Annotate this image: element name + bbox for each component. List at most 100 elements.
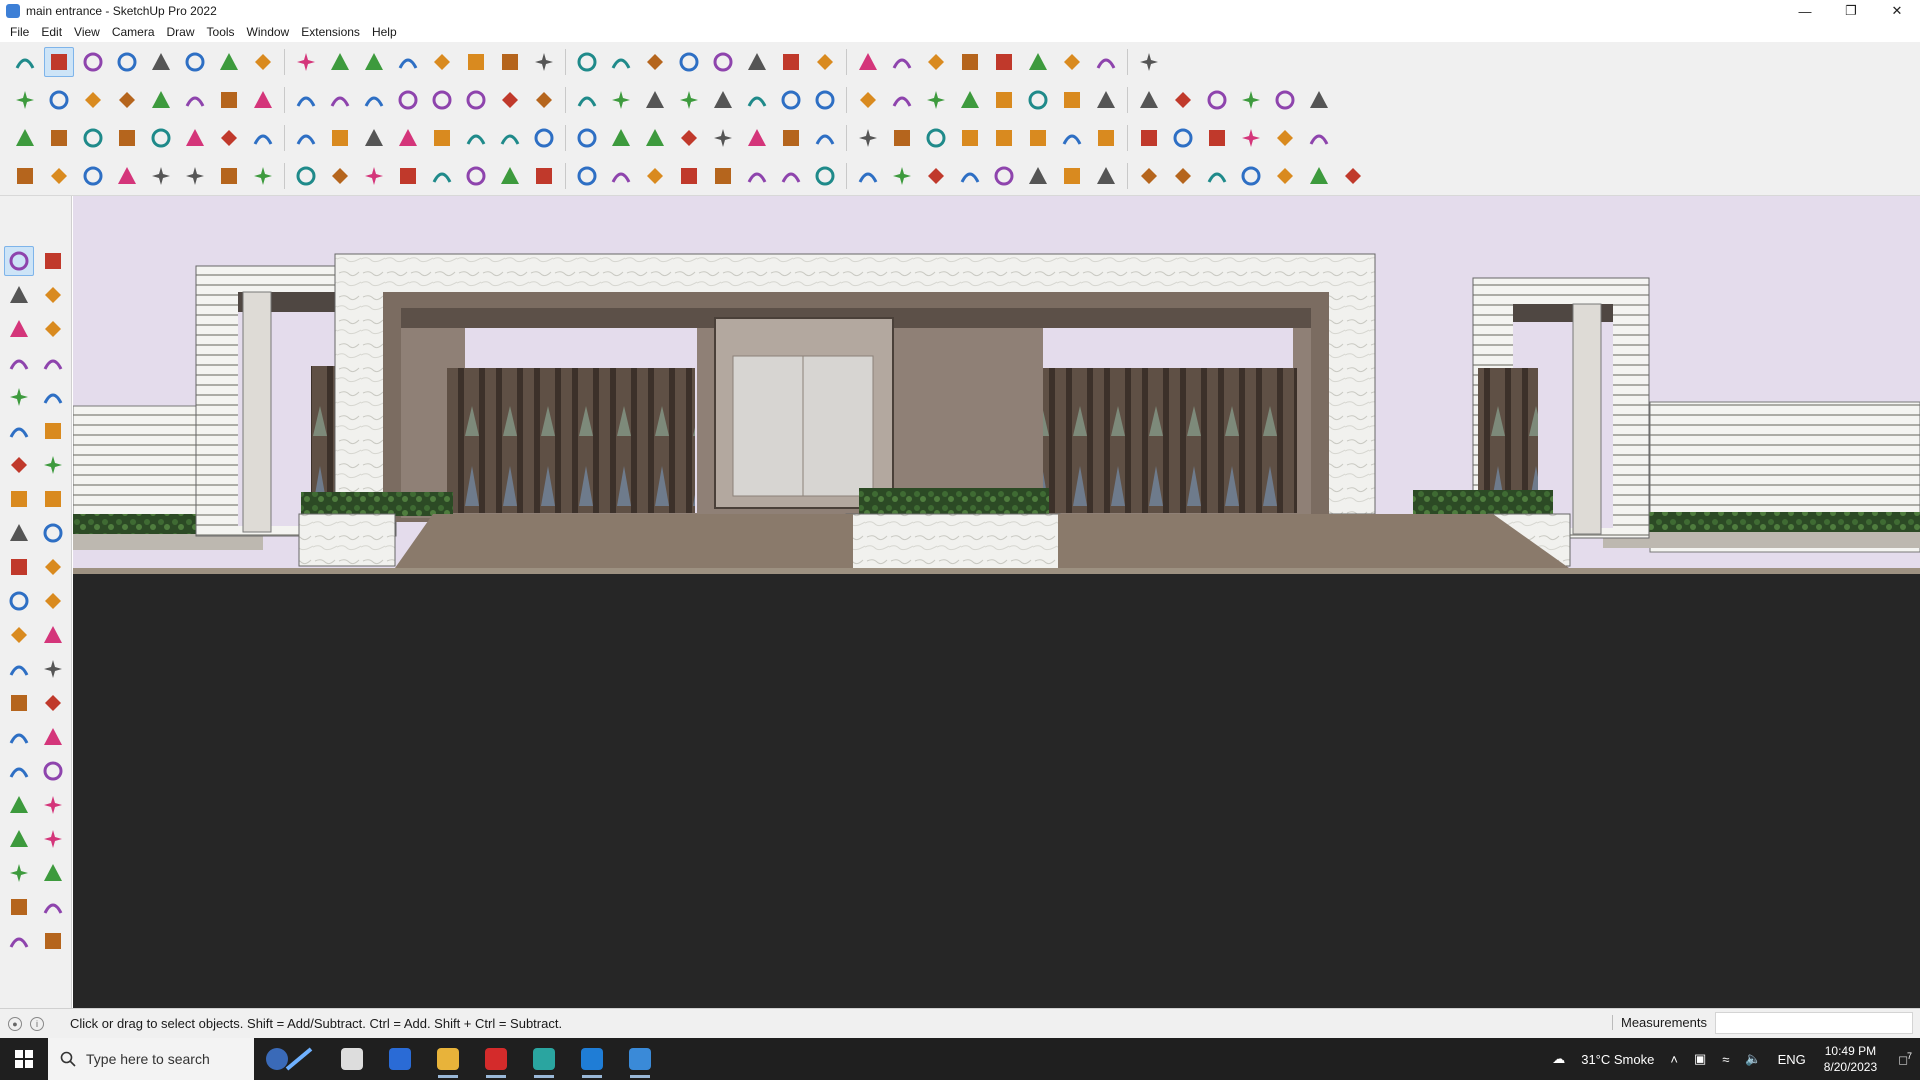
taskbar-search[interactable]: Type here to search <box>48 1038 254 1080</box>
ellipse-icon[interactable] <box>887 85 917 115</box>
globe-icon[interactable] <box>1057 123 1087 153</box>
eraser-tool-icon[interactable] <box>38 280 68 310</box>
grid-icon[interactable] <box>1168 85 1198 115</box>
boxes-brown-icon[interactable] <box>359 123 389 153</box>
arc3-tool-icon[interactable] <box>4 484 34 514</box>
acrobat-icon[interactable] <box>472 1038 520 1080</box>
plane-blue-2-icon[interactable] <box>44 123 74 153</box>
window-icon[interactable] <box>1091 123 1121 153</box>
follow-me-icon[interactable] <box>248 47 278 77</box>
cross-green-icon[interactable] <box>529 123 559 153</box>
push-pull-icon[interactable] <box>214 47 244 77</box>
calculator-icon[interactable] <box>376 1038 424 1080</box>
arrows-2-icon[interactable] <box>853 161 883 191</box>
curve-dots-icon[interactable] <box>1270 123 1300 153</box>
gear-icon[interactable] <box>1202 161 1232 191</box>
widgets-icon[interactable] <box>254 1038 328 1080</box>
paint-bucket-icon[interactable] <box>461 47 491 77</box>
solid-union-icon[interactable] <box>810 47 840 77</box>
menu-file[interactable]: File <box>4 22 35 42</box>
slash-icon[interactable] <box>955 161 985 191</box>
house-icon[interactable] <box>495 85 525 115</box>
layers-tool-icon[interactable] <box>4 926 34 956</box>
eraser-pink-icon[interactable] <box>1091 85 1121 115</box>
select-box-icon[interactable] <box>10 161 40 191</box>
line-red-icon[interactable] <box>427 161 457 191</box>
rectangle-icon[interactable] <box>180 47 210 77</box>
arc-icon[interactable] <box>955 85 985 115</box>
pipe-icon[interactable] <box>393 123 423 153</box>
cubes-red-icon[interactable] <box>989 123 1019 153</box>
grid-yellow-icon[interactable] <box>1168 123 1198 153</box>
polygon-tool-icon[interactable] <box>38 416 68 446</box>
menu-tools[interactable]: Tools <box>201 22 241 42</box>
box-icon[interactable] <box>10 85 40 115</box>
protractor-tool-icon[interactable] <box>4 654 34 684</box>
house-line-icon[interactable] <box>572 85 602 115</box>
lasso-icon[interactable] <box>146 47 176 77</box>
axis-blue-icon[interactable] <box>180 85 210 115</box>
house-open-icon[interactable] <box>529 85 559 115</box>
octagon-icon[interactable] <box>853 85 883 115</box>
circle-tool-icon[interactable] <box>4 416 34 446</box>
menu-camera[interactable]: Camera <box>106 22 161 42</box>
pan-icon[interactable] <box>529 47 559 77</box>
eraser-red-icon[interactable] <box>146 123 176 153</box>
arc-yellow-icon[interactable] <box>708 123 738 153</box>
columns-2-icon[interactable] <box>606 161 636 191</box>
task-view-icon[interactable] <box>328 1038 376 1080</box>
hook-icon[interactable] <box>214 161 244 191</box>
panel-3-icon[interactable] <box>1023 161 1053 191</box>
eraser-icon[interactable] <box>78 47 108 77</box>
search-tool-icon[interactable] <box>10 47 40 77</box>
cube-brown-icon[interactable] <box>1134 85 1164 115</box>
bucket-icon[interactable] <box>853 123 883 153</box>
measurements-field[interactable] <box>1715 1012 1913 1034</box>
language-indicator[interactable]: ENG <box>1778 1052 1806 1067</box>
orbit-icon[interactable] <box>495 47 525 77</box>
dots-curve-icon[interactable] <box>461 123 491 153</box>
box-texture-icon[interactable] <box>78 85 108 115</box>
file-explorer-icon[interactable] <box>424 1038 472 1080</box>
rotate-tool-icon[interactable] <box>4 552 34 582</box>
circle-icon[interactable] <box>810 85 840 115</box>
orbit-tool-icon[interactable] <box>38 246 68 276</box>
square-red-icon[interactable] <box>248 123 278 153</box>
line-corner-icon[interactable] <box>359 161 389 191</box>
pyramid-icon[interactable] <box>1202 85 1232 115</box>
fx-icon[interactable] <box>674 85 704 115</box>
zoom-window-icon[interactable] <box>38 756 68 786</box>
cube-red-icon[interactable] <box>1023 123 1053 153</box>
branch-icon[interactable] <box>921 123 951 153</box>
pushpull-tool-icon[interactable] <box>38 518 68 548</box>
loop-icon[interactable] <box>461 161 491 191</box>
panel-icon[interactable] <box>1270 85 1300 115</box>
polygon-icon[interactable] <box>776 85 806 115</box>
stack-icon[interactable] <box>742 161 772 191</box>
arc-black-icon[interactable] <box>776 123 806 153</box>
gear-2-icon[interactable] <box>1236 161 1266 191</box>
scale-tool-icon[interactable] <box>4 586 34 616</box>
rotate-shape-icon[interactable] <box>989 85 1019 115</box>
arc-orange-icon[interactable] <box>214 123 244 153</box>
pencil-line-icon[interactable] <box>112 47 142 77</box>
section-fill-icon[interactable] <box>38 892 68 922</box>
info-icon[interactable]: i <box>30 1016 44 1031</box>
rotated-rect-icon[interactable] <box>38 382 68 412</box>
rectangle-tool-icon[interactable] <box>4 382 34 412</box>
shape-icon[interactable] <box>146 161 176 191</box>
paint-icon[interactable] <box>4 280 34 310</box>
solid-trim-icon[interactable] <box>887 47 917 77</box>
box-wire-icon[interactable] <box>248 161 278 191</box>
volume-icon[interactable]: 🔈 <box>1745 1051 1761 1067</box>
mesh-icon[interactable] <box>1236 85 1266 115</box>
axis-orange-icon[interactable] <box>248 85 278 115</box>
section-display-icon[interactable] <box>4 892 34 922</box>
plane-purple-icon[interactable] <box>393 85 423 115</box>
cog-icon[interactable] <box>291 161 321 191</box>
pan-tool-icon[interactable] <box>38 722 68 752</box>
menu-help[interactable]: Help <box>366 22 403 42</box>
tape-tool-icon[interactable] <box>38 314 68 344</box>
undo-icon[interactable] <box>1057 47 1087 77</box>
arc2-tool-icon[interactable] <box>38 450 68 480</box>
